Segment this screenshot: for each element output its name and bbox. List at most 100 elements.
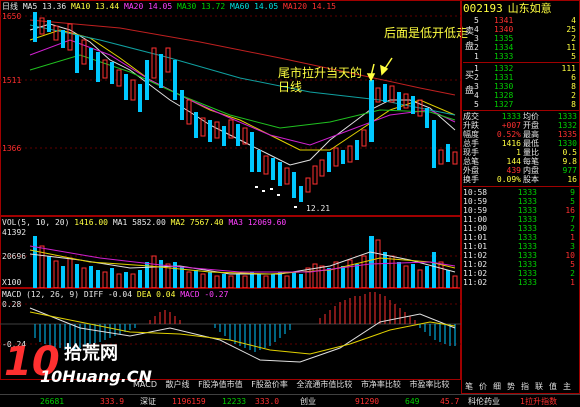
sell-row-5[interactable]: 5 1341 4 [474,16,578,25]
tick-price: 1333 [517,278,537,287]
buy-row-3[interactable]: 3 1330 8 [474,82,578,91]
sell-price: 1333 [494,52,514,61]
tick-row: 11:00 1333 2 [463,224,577,233]
tick-time: 11:02 [463,251,488,260]
tick-time: 11:02 [463,278,488,287]
tick-price: 1333 [517,251,537,260]
sell-row-1[interactable]: 1 1333 5 [474,52,578,61]
sell-volume: 5 [571,52,576,61]
tab-pe[interactable]: 市盈率比较 [406,380,452,389]
sell-level: 3 [474,34,479,43]
tick-row: 11:02 1333 10 [463,251,577,260]
tab-price[interactable]: 价 [476,382,490,392]
buy-volume: 111 [561,64,576,73]
sell-orders: 5 1341 4 4 1340 25 3 1335 2 2 1334 11 1 1333 5 [474,16,578,61]
tab-pb[interactable]: 市净率比较 [358,380,404,389]
tick-volume: 1 [570,233,575,242]
sell-volume: 25 [566,25,576,34]
tab-main[interactable]: 主 [560,382,574,392]
tick-row: 11:01 1333 1 [463,233,577,242]
tab-f-profit[interactable]: F股盈价率 [248,380,291,389]
buy-label: 买盘 [463,70,473,100]
sell-price: 1335 [494,34,514,43]
tick-volume: 16 [565,206,575,215]
stock-code: 002193 [463,2,503,15]
tick-volume: 5 [570,197,575,206]
stock-name: 山东如意 [507,2,552,15]
stat-key: 换手 [463,175,479,184]
divider [463,62,579,63]
tick-price: 1333 [517,197,537,206]
stat-value: 977 [562,166,577,175]
tick-price: 1333 [517,206,537,215]
low-price-mark: 12.21 [306,204,331,213]
buy-level: 1 [474,64,479,73]
tab-linked[interactable]: 联 [532,382,546,392]
sell-level: 4 [474,25,479,34]
status-j: 45.7 [440,397,460,406]
sell-row-2[interactable]: 2 1334 11 [474,43,578,52]
tick-time: 10:59 [463,197,488,206]
stat-value: 0.5 [562,148,577,157]
sell-row-3[interactable]: 3 1335 2 [474,34,578,43]
status-bar: 26681 333.9 深证 1196159 12233 333.0 创业 91… [0,394,580,407]
stat-value: 1330 [557,139,577,148]
tick-volume: 7 [570,215,575,224]
tab-ticks[interactable]: 笔 [462,382,476,392]
stat-value: 144 [506,157,521,166]
status-a: 26681 [40,397,65,406]
tab-detail[interactable]: 细 [490,382,504,392]
stat-value: 16 [567,175,577,184]
tick-volume: 5 [570,260,575,269]
sell-volume: 4 [571,16,576,25]
tab-value[interactable]: 值 [546,382,560,392]
tick-time: 10:58 [463,188,488,197]
sell-level: 2 [474,43,479,52]
watermark-logo: 10 拾荒网 10Huang.CN [4,340,152,394]
stat-value: +007 [501,121,521,130]
tick-price: 1333 [517,242,537,251]
stat-value: 1333 [501,112,521,121]
annotation-tail-rise: 尾市拉升当天的 日线 [278,66,362,94]
stat-value: 439 [506,166,521,175]
buy-price: 1327 [494,100,514,109]
tab-index[interactable]: 指 [518,382,532,392]
tab-retail-line[interactable]: 散户线 [163,380,193,389]
tick-price: 1333 [517,188,537,197]
sell-price: 1340 [494,25,514,34]
status-d: 1196159 [172,397,206,406]
buy-row-5[interactable]: 5 1327 8 [474,100,578,109]
buy-price: 1330 [494,82,514,91]
stat-value: 1 [516,148,521,157]
buy-row-1[interactable]: 1 1332 111 [474,64,578,73]
tick-volume: 2 [570,269,575,278]
buy-level: 2 [474,73,479,82]
tick-list[interactable]: 10:58 1333 9 10:59 1333 5 10:59 1333 16 11:00 1… [463,188,577,287]
buy-row-2[interactable]: 2 1331 6 [474,73,578,82]
macd-pos-bars [149,292,416,324]
sell-row-4[interactable]: 4 1340 25 [474,25,578,34]
marker-dots [255,186,297,208]
tick-price: 1333 [517,233,537,242]
sell-level: 1 [474,52,479,61]
tick-time: 11:02 [463,269,488,278]
tick-time: 11:00 [463,224,488,233]
stat-value: 1416 [501,139,521,148]
tick-volume: 1 [570,278,575,287]
tick-time: 11:01 [463,242,488,251]
status-f: 333.0 [255,397,280,406]
annotation-arrows [366,57,393,82]
sell-price: 1334 [494,43,514,52]
tab-trend[interactable]: 势 [504,382,518,392]
buy-row-4[interactable]: 4 1328 2 [474,91,578,100]
stat-value: 1335 [557,130,577,139]
tick-price: 1333 [517,224,537,233]
tick-price: 1333 [517,260,537,269]
stat-value: 1332 [557,121,577,130]
tick-row: 10:59 1333 5 [463,197,577,206]
tab-f-nav[interactable]: F股净值市值 [195,380,246,389]
sell-volume: 2 [571,34,576,43]
sell-label: 卖盘 [463,26,473,56]
tab-float-cap[interactable]: 全流通市值比较 [293,380,355,389]
tick-row: 11:02 1333 1 [463,278,577,287]
